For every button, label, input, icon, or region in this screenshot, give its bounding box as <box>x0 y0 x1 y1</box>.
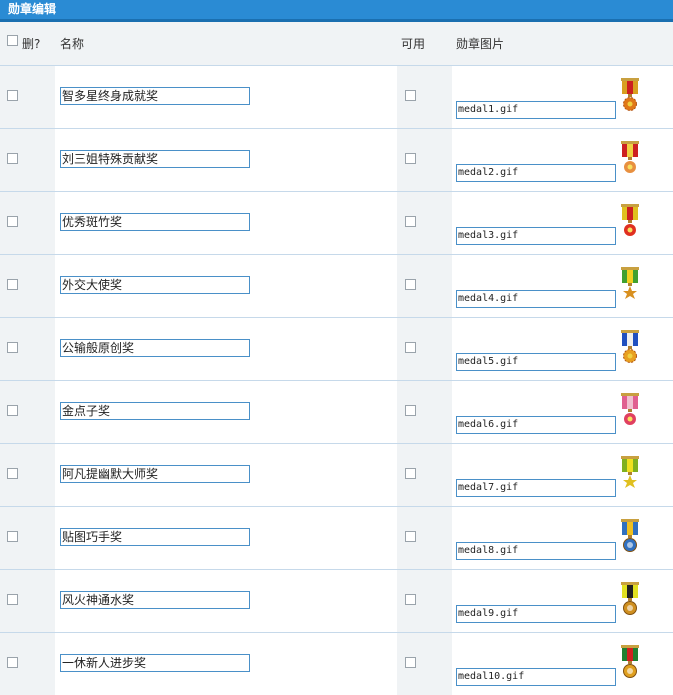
enabled-checkbox[interactable] <box>405 468 416 479</box>
medal-name-input[interactable]: 阿凡提幽默大师奖 <box>60 465 250 483</box>
image-header: 勋章图片 <box>456 37 505 51</box>
medal-icon <box>621 645 639 678</box>
medal-image-input[interactable]: medal5.gif <box>456 353 616 371</box>
medal-image-input[interactable]: medal8.gif <box>456 542 616 560</box>
delete-checkbox[interactable] <box>7 594 18 605</box>
delete-checkbox[interactable] <box>7 342 18 353</box>
medal-icon <box>621 519 639 552</box>
medal-name-input[interactable]: 优秀斑竹奖 <box>60 213 250 231</box>
enabled-checkbox[interactable] <box>405 216 416 227</box>
delete-checkbox[interactable] <box>7 279 18 290</box>
delete-checkbox[interactable] <box>7 657 18 668</box>
enabled-checkbox[interactable] <box>405 342 416 353</box>
medal-icon <box>621 267 639 299</box>
table-row: 智多星终身成就奖 medal1.gif <box>0 66 673 129</box>
enabled-checkbox[interactable] <box>405 153 416 164</box>
medal-icon <box>621 78 639 111</box>
table-header: 删? 名称 可用 勋章图片 <box>0 22 673 66</box>
table-row: 阿凡提幽默大师奖 medal7.gif <box>0 444 673 507</box>
medal-image-input[interactable]: medal4.gif <box>456 290 616 308</box>
delete-checkbox[interactable] <box>7 468 18 479</box>
medal-name-input[interactable]: 外交大使奖 <box>60 276 250 294</box>
enabled-checkbox[interactable] <box>405 657 416 668</box>
medal-list: 智多星终身成就奖 medal1.gif 刘三姐特殊贡献奖 medal2.gif <box>0 66 673 695</box>
medal-name-input[interactable]: 刘三姐特殊贡献奖 <box>60 150 250 168</box>
table-row: 金点子奖 medal6.gif <box>0 381 673 444</box>
delete-header: 删? <box>22 37 41 51</box>
medal-image-input[interactable]: medal3.gif <box>456 227 616 245</box>
table-row: 贴图巧手奖 medal8.gif <box>0 507 673 570</box>
medal-name-input[interactable]: 智多星终身成就奖 <box>60 87 250 105</box>
medal-name-input[interactable]: 一休新人进步奖 <box>60 654 250 672</box>
medal-icon <box>621 141 639 173</box>
medal-name-input[interactable]: 风火神通水奖 <box>60 591 250 609</box>
enabled-header: 可用 <box>401 37 426 51</box>
select-all-checkbox[interactable] <box>7 35 18 46</box>
medal-image-input[interactable]: medal7.gif <box>456 479 616 497</box>
medal-image-input[interactable]: medal6.gif <box>456 416 616 434</box>
medal-icon <box>621 204 639 236</box>
delete-checkbox[interactable] <box>7 216 18 227</box>
enabled-checkbox[interactable] <box>405 279 416 290</box>
delete-checkbox[interactable] <box>7 405 18 416</box>
table-row: 一休新人进步奖 medal10.gif <box>0 633 673 695</box>
medal-name-input[interactable]: 公输般原创奖 <box>60 339 250 357</box>
medal-icon <box>621 393 639 425</box>
medal-image-input[interactable]: medal1.gif <box>456 101 616 119</box>
enabled-checkbox[interactable] <box>405 594 416 605</box>
enabled-checkbox[interactable] <box>405 90 416 101</box>
enabled-checkbox[interactable] <box>405 405 416 416</box>
panel-title: 勋章编辑 <box>0 0 673 22</box>
table-row: 外交大使奖 medal4.gif <box>0 255 673 318</box>
table-row: 公输般原创奖 medal5.gif <box>0 318 673 381</box>
medal-image-input[interactable]: medal2.gif <box>456 164 616 182</box>
medal-icon <box>621 582 639 615</box>
medal-image-input[interactable]: medal10.gif <box>456 668 616 686</box>
medal-name-input[interactable]: 贴图巧手奖 <box>60 528 250 546</box>
table-row: 刘三姐特殊贡献奖 medal2.gif <box>0 129 673 192</box>
delete-checkbox[interactable] <box>7 90 18 101</box>
table-row: 优秀斑竹奖 medal3.gif <box>0 192 673 255</box>
medal-image-input[interactable]: medal9.gif <box>456 605 616 623</box>
delete-checkbox[interactable] <box>7 153 18 164</box>
table-row: 风火神通水奖 medal9.gif <box>0 570 673 633</box>
enabled-checkbox[interactable] <box>405 531 416 542</box>
name-header: 名称 <box>60 37 85 51</box>
delete-checkbox[interactable] <box>7 531 18 542</box>
medal-icon <box>621 456 639 488</box>
medal-name-input[interactable]: 金点子奖 <box>60 402 250 420</box>
medal-icon <box>621 330 639 363</box>
